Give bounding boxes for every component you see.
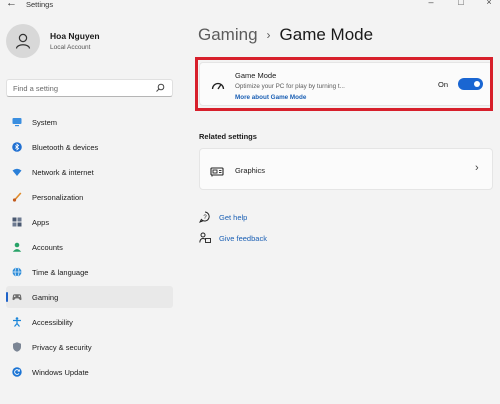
related-settings-heading: Related settings xyxy=(199,132,257,141)
apps-icon xyxy=(12,217,22,227)
sidebar-item-label: Accessibility xyxy=(32,317,73,327)
maximize-icon[interactable]: □ xyxy=(454,0,468,7)
sidebar-item-bluetooth[interactable]: Bluetooth & devices xyxy=(6,136,173,158)
sidebar-item-label: System xyxy=(32,117,58,127)
avatar xyxy=(6,24,40,58)
search-icon[interactable] xyxy=(155,83,165,93)
game-mode-title: Game Mode xyxy=(235,71,277,80)
person-icon xyxy=(12,242,22,252)
get-help-link[interactable]: ? Get help xyxy=(199,211,247,223)
sidebar-item-label: Windows Update xyxy=(32,367,89,377)
sidebar-item-windows-update[interactable]: Windows Update xyxy=(6,361,173,383)
sidebar-item-accessibility[interactable]: Accessibility xyxy=(6,311,173,333)
sidebar-item-time-language[interactable]: Time & language xyxy=(6,261,173,283)
accessibility-icon xyxy=(12,317,22,327)
chevron-right-icon: › xyxy=(266,28,271,42)
sidebar-item-label: Network & internet xyxy=(32,167,94,177)
chevron-right-icon: › xyxy=(475,162,479,174)
toggle-knob xyxy=(474,81,480,87)
sidebar-item-network[interactable]: Network & internet xyxy=(6,161,173,183)
sidebar-item-label: Personalization xyxy=(32,192,84,202)
sidebar-item-label: Privacy & security xyxy=(32,342,92,352)
breadcrumb-parent[interactable]: Gaming xyxy=(198,25,258,45)
graphics-card[interactable]: Graphics › xyxy=(199,148,493,190)
wifi-icon xyxy=(12,167,22,177)
monitor-icon xyxy=(12,117,22,127)
game-mode-toggle[interactable] xyxy=(458,78,483,90)
sidebar-nav: System Bluetooth & devices Network & int… xyxy=(6,111,173,386)
window-title: Settings xyxy=(26,0,54,9)
sidebar-item-apps[interactable]: Apps xyxy=(6,211,173,233)
sidebar-item-label: Apps xyxy=(32,217,50,227)
bluetooth-icon xyxy=(12,142,22,152)
sidebar-item-gaming[interactable]: Gaming xyxy=(6,286,173,308)
person-icon xyxy=(15,33,31,49)
shield-icon xyxy=(12,342,22,352)
game-mode-gauge-icon xyxy=(211,78,225,96)
sidebar-item-label: Bluetooth & devices xyxy=(32,142,99,152)
help-icon: ? xyxy=(199,211,211,223)
globe-icon xyxy=(12,267,22,277)
graphics-card-icon xyxy=(210,164,224,182)
game-mode-card: Game Mode Optimize your PC for play by t… xyxy=(199,62,493,106)
profile-account-type: Local Account xyxy=(50,44,91,51)
give-feedback-link[interactable]: Give feedback xyxy=(199,232,267,244)
game-mode-description: Optimize your PC for play by turning t..… xyxy=(235,83,345,90)
sidebar-item-accounts[interactable]: Accounts xyxy=(6,236,173,258)
title-bar: ← Settings – □ × xyxy=(0,0,500,12)
controller-icon xyxy=(12,292,22,302)
sidebar-item-label: Time & language xyxy=(32,267,89,277)
graphics-label: Graphics xyxy=(235,166,266,175)
sidebar-item-label: Accounts xyxy=(32,242,63,252)
get-help-label: Get help xyxy=(219,212,248,222)
more-about-game-mode-link[interactable]: More about Game Mode xyxy=(235,94,306,101)
profile-name: Hoa Nguyen xyxy=(50,31,100,41)
give-feedback-label: Give feedback xyxy=(219,233,267,243)
update-icon xyxy=(12,367,22,377)
sidebar-item-privacy-security[interactable]: Privacy & security xyxy=(6,336,173,358)
page-title: Game Mode xyxy=(279,25,374,44)
minimize-icon[interactable]: – xyxy=(424,0,438,7)
search-input[interactable] xyxy=(13,83,153,93)
brush-icon xyxy=(12,192,22,202)
breadcrumb: Gaming › Game Mode xyxy=(198,25,373,45)
close-icon[interactable]: × xyxy=(482,0,496,7)
user-profile[interactable]: Hoa Nguyen Local Account xyxy=(6,24,100,58)
sidebar-item-system[interactable]: System xyxy=(6,111,173,133)
back-arrow-icon[interactable]: ← xyxy=(6,0,17,9)
feedback-icon xyxy=(199,232,211,244)
search-box[interactable] xyxy=(6,79,173,97)
sidebar-item-label: Gaming xyxy=(32,292,59,302)
sidebar-item-personalization[interactable]: Personalization xyxy=(6,186,173,208)
toggle-state-label: On xyxy=(438,80,449,89)
